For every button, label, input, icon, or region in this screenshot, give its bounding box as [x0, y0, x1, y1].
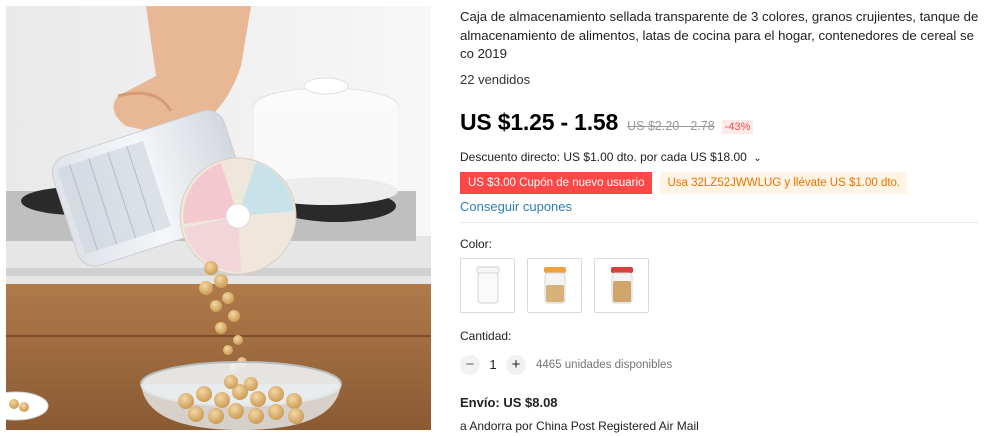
discount-badge: -43%	[721, 119, 754, 134]
shipping-method[interactable]: a Andorra por China Post Registered Air …	[460, 419, 980, 433]
product-photo-illustration	[6, 6, 431, 430]
quantity-value[interactable]: 1	[480, 357, 506, 372]
plus-icon[interactable]: +	[506, 354, 526, 375]
direct-discount-text: Descuento directo: US $1.00 dto. por cad…	[460, 149, 747, 164]
quantity-label: Cantidad:	[460, 328, 512, 343]
new-user-coupon[interactable]: US $3.00 Cupón de nuevo usuario	[457, 171, 653, 194]
get-coupons-link[interactable]: Conseguir cupones	[460, 199, 980, 214]
divider	[460, 221, 978, 223]
current-price: US $1.25 - 1.58	[460, 108, 619, 135]
color-option-white[interactable]	[460, 257, 515, 313]
minus-icon[interactable]: −	[460, 354, 480, 375]
white-container-icon	[476, 266, 499, 304]
product-title: Caja de almacenamiento sellada transpare…	[460, 9, 979, 61]
original-price: US $2.20 - 2.78	[627, 118, 715, 133]
chevron-down-icon[interactable]: ⌄	[753, 153, 761, 164]
coupon-row: US $3.00 Cupón de nuevo usuario Usa 32LZ…	[457, 171, 980, 194]
red-container-icon	[610, 267, 633, 304]
orange-container-icon	[543, 267, 566, 304]
color-label: Color:	[460, 236, 493, 251]
product-info: Caja de almacenamiento sellada transpare…	[457, 8, 980, 433]
stock-available: 4465 unidades disponibles	[536, 358, 673, 371]
color-option-red[interactable]	[594, 257, 649, 313]
direct-discount[interactable]: Descuento directo: US $1.00 dto. por cad…	[460, 150, 980, 164]
color-option-orange[interactable]	[527, 257, 582, 313]
sold-count: 22 vendidos	[460, 71, 531, 87]
product-image[interactable]	[6, 6, 431, 430]
quantity-stepper: − 1 + 4465 unidades disponibles	[460, 354, 980, 375]
color-swatches	[460, 257, 980, 313]
shipping-cost: Envío: US $8.08	[460, 394, 558, 410]
price-row: US $1.25 - 1.58 US $2.20 - 2.78 -43%	[460, 109, 980, 136]
coupon-code-offer[interactable]: Usa 32LZ52JWWLUG y llévate US $1.00 dto.	[660, 171, 908, 194]
